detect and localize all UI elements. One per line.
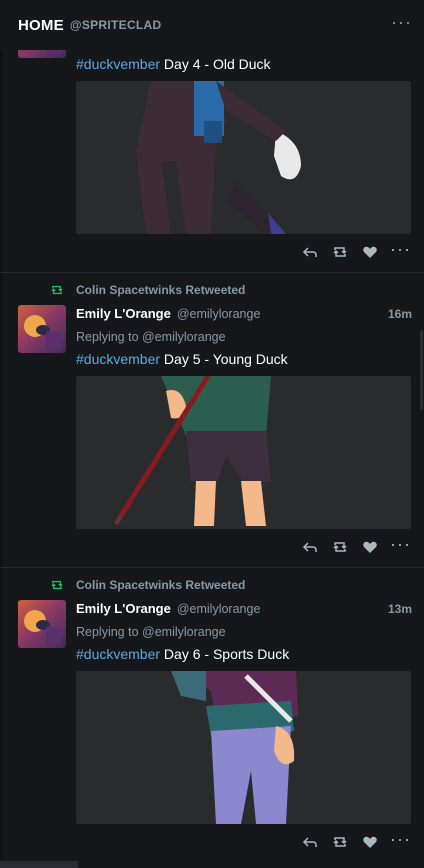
hashtag-link[interactable]: #duckvember [76, 56, 160, 72]
more-icon: ··· [390, 534, 411, 554]
retweet-indicator: Colin Spacetwinks Retweeted [50, 283, 245, 297]
tweet-header: Emily L'Orange @emilylorange 16m [76, 306, 412, 321]
scrollbar[interactable] [420, 330, 423, 410]
more-options-button[interactable]: ··· [390, 830, 411, 850]
tweet-media-image[interactable] [76, 671, 411, 824]
hashtag-link[interactable]: #duckvember [76, 646, 160, 662]
replying-to[interactable]: Replying to @emilylorange [76, 330, 226, 344]
retweet-indicator: Colin Spacetwinks Retweeted [50, 578, 245, 592]
retweet-button[interactable] [328, 833, 352, 851]
retweeter-label[interactable]: Colin Spacetwinks Retweeted [76, 578, 245, 592]
tweet-media-image[interactable] [76, 81, 411, 234]
avatar[interactable] [18, 305, 66, 353]
account-handle[interactable]: @SPRITECLAD [70, 18, 162, 32]
timestamp[interactable]: 16m [388, 307, 412, 321]
column-title: HOME [18, 16, 64, 34]
column-options-button[interactable]: ··· [391, 12, 412, 39]
reply-icon [302, 837, 317, 847]
replying-to[interactable]: Replying to @emilylorange [76, 625, 226, 639]
retweet-button[interactable] [328, 538, 352, 556]
left-rail [0, 50, 3, 868]
retweet-button[interactable] [328, 243, 352, 261]
horizontal-scrollbar[interactable] [0, 861, 78, 868]
display-name[interactable]: Emily L'Orange [76, 601, 171, 616]
divider [0, 272, 424, 273]
reply-button[interactable] [298, 833, 322, 851]
username[interactable]: @emilylorange [177, 602, 261, 616]
tweet-text: #duckvember Day 6 - Sports Duck [76, 646, 290, 662]
sports-duck-illustration [76, 671, 411, 824]
retweet-icon [333, 542, 347, 552]
display-name[interactable]: Emily L'Orange [76, 306, 171, 321]
hashtag-link[interactable]: #duckvember [76, 351, 160, 367]
tweet-actions: ··· [298, 535, 411, 556]
more-options-button[interactable]: ··· [390, 535, 411, 555]
tweet-actions: ··· [298, 240, 411, 261]
reply-button[interactable] [298, 243, 322, 261]
retweet-icon [51, 580, 63, 590]
tweet-actions: ··· [298, 830, 411, 851]
retweet-icon [51, 285, 63, 295]
reply-icon [302, 542, 317, 552]
reply-button[interactable] [298, 538, 322, 556]
divider [0, 567, 424, 568]
more-icon: ··· [390, 239, 411, 259]
reply-icon [302, 247, 317, 257]
username[interactable]: @emilylorange [177, 307, 261, 321]
like-button[interactable] [358, 243, 382, 261]
like-button[interactable] [358, 833, 382, 851]
young-duck-illustration [76, 376, 411, 529]
column-header: HOME @SPRITECLAD ··· [0, 0, 424, 50]
retweeter-label[interactable]: Colin Spacetwinks Retweeted [76, 283, 245, 297]
retweet-icon [333, 837, 347, 847]
like-icon [363, 246, 377, 258]
old-duck-illustration [76, 81, 411, 234]
tweet-text: #duckvember Day 5 - Young Duck [76, 351, 288, 367]
more-options-button[interactable]: ··· [390, 240, 411, 260]
retweet-icon [333, 247, 347, 257]
like-icon [363, 836, 377, 848]
more-icon: ··· [391, 11, 412, 32]
tweet-header: Emily L'Orange @emilylorange 13m [76, 601, 412, 616]
tweet-text: #duckvember Day 4 - Old Duck [76, 56, 271, 72]
like-icon [363, 541, 377, 553]
tweet-media-image[interactable] [76, 376, 411, 529]
more-icon: ··· [390, 829, 411, 849]
like-button[interactable] [358, 538, 382, 556]
timestamp[interactable]: 13m [388, 602, 412, 616]
avatar[interactable] [18, 600, 66, 648]
